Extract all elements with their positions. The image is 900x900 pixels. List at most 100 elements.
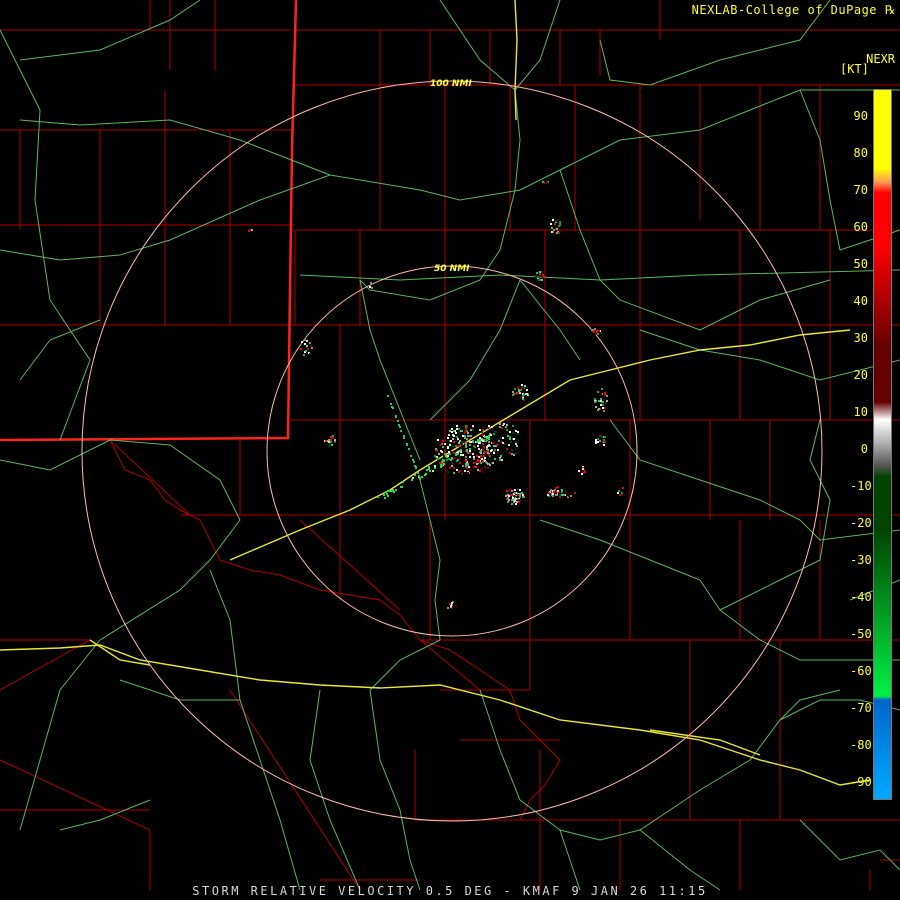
velocity-echo-pixel	[494, 458, 496, 460]
velocity-echo-pixel	[511, 449, 513, 451]
velocity-echo-pixel	[559, 221, 561, 223]
velocity-echo-pixel	[509, 452, 511, 454]
velocity-echo-pixel	[507, 497, 509, 499]
velocity-echo-pixel	[488, 435, 490, 437]
velocity-echo-pixel	[555, 220, 557, 222]
velocity-echo-pixel	[476, 463, 478, 465]
velocity-echo-pixel	[602, 407, 604, 409]
velocity-echo-pixel	[568, 495, 570, 497]
velocity-echo-pixel	[602, 401, 604, 403]
velocity-echo-pixel	[482, 449, 484, 451]
velocity-echo-pixel	[601, 436, 603, 438]
velocity-echo-pixel	[458, 428, 460, 430]
velocity-echo-pixel	[604, 392, 606, 394]
velocity-echo-pixel	[482, 440, 484, 442]
velocity-echo-pixel	[603, 444, 605, 446]
velocity-echo-pixel	[555, 487, 557, 489]
velocity-echo-pixel	[543, 182, 545, 184]
velocity-echo-pixel	[594, 328, 596, 330]
velocity-echo-pixel	[518, 389, 520, 391]
velocity-echo-pixel	[537, 279, 539, 281]
velocity-echo-pixel	[461, 430, 463, 432]
velocity-echo-pixel	[435, 448, 437, 450]
velocity-echo-pixel	[444, 449, 446, 451]
velocity-echo-pixel	[562, 492, 564, 494]
velocity-echo-pixel	[390, 403, 392, 405]
velocity-echo-pixel	[521, 384, 523, 386]
velocity-echo-pixel	[515, 452, 517, 454]
velocity-echo-pixel	[408, 448, 410, 450]
velocity-echo-pixel	[535, 275, 537, 277]
velocity-echo-pixel	[455, 445, 457, 447]
velocity-echo-pixel	[515, 441, 517, 443]
velocity-echo-pixel	[506, 424, 508, 426]
velocity-echo-pixel	[506, 429, 508, 431]
velocity-echo-pixel	[512, 497, 514, 499]
velocity-echo-pixel	[464, 431, 466, 433]
velocity-echo-pixel	[551, 231, 553, 233]
velocity-echo-pixel	[553, 229, 555, 231]
velocity-echo-pixel	[496, 444, 498, 446]
velocity-echo-pixel	[519, 493, 521, 495]
velocity-echo-pixel	[512, 425, 514, 427]
velocity-echo-pixel	[469, 448, 471, 450]
velocity-echo-pixel	[410, 455, 412, 457]
velocity-echo-pixel	[447, 437, 449, 439]
velocity-echo-pixel	[480, 468, 482, 470]
velocity-echo-pixel	[480, 452, 482, 454]
range-ring-50-label: 50 NMI	[434, 264, 470, 274]
legend-tick: 80	[853, 146, 868, 160]
product-title: STORM RELATIVE VELOCITY 0.5 DEG - KMAF 9…	[192, 884, 708, 898]
velocity-echo-pixel	[384, 497, 386, 499]
velocity-echo-pixel	[456, 428, 458, 430]
velocity-echo-pixel	[559, 496, 561, 498]
velocity-echo-pixel	[509, 490, 511, 492]
velocity-echo-pixel	[599, 440, 601, 442]
velocity-echo-pixel	[493, 452, 495, 454]
velocity-echo-pixel	[570, 495, 572, 497]
velocity-echo-pixel	[490, 450, 492, 452]
velocity-echo-pixel	[557, 219, 559, 221]
velocity-echo-pixel	[330, 436, 332, 438]
velocity-echo-pixel	[458, 445, 460, 447]
velocity-echo-pixel	[460, 451, 462, 453]
velocity-echo-pixel	[412, 477, 414, 479]
legend-tick: -70	[850, 701, 872, 715]
velocity-echo-pixel	[440, 444, 442, 446]
velocity-echo-pixel	[486, 437, 488, 439]
velocity-echo-pixel	[469, 456, 471, 458]
velocity-echo-pixel	[411, 479, 413, 481]
velocity-echo-pixel	[464, 470, 466, 472]
velocity-echo-pixel	[598, 330, 600, 332]
velocity-echo-pixel	[462, 454, 464, 456]
velocity-echo-pixel	[581, 473, 583, 475]
velocity-echo-pixel	[565, 491, 567, 493]
velocity-echo-pixel	[556, 232, 558, 234]
velocity-echo-pixel	[395, 489, 397, 491]
velocity-echo-pixel	[494, 449, 496, 451]
velocity-echo-pixel	[332, 435, 334, 437]
velocity-echo-pixel	[479, 429, 481, 431]
velocity-echo-pixel	[558, 232, 560, 234]
velocity-echo-pixel	[486, 446, 488, 448]
velocity-echo-pixel	[455, 432, 457, 434]
velocity-echo-pixel	[442, 453, 444, 455]
velocity-echo-pixel	[476, 461, 478, 463]
velocity-echo-pixel	[474, 449, 476, 451]
velocity-echo-pixel	[520, 397, 522, 399]
velocity-echo-pixel	[552, 219, 554, 221]
velocity-echo-pixel	[387, 395, 389, 397]
legend-tick: -50	[850, 627, 872, 641]
legend-tick: -30	[850, 553, 872, 567]
velocity-echo-pixel	[593, 331, 595, 333]
velocity-echo-pixel	[306, 340, 308, 342]
velocity-echo-pixel	[522, 494, 524, 496]
velocity-echo-pixel	[442, 446, 444, 448]
velocity-echo-pixel	[541, 271, 543, 273]
velocity-echo-pixel	[604, 407, 606, 409]
velocity-echo-pixel	[596, 330, 598, 332]
velocity-echo-pixel	[601, 388, 603, 390]
velocity-echo-pixel	[414, 474, 416, 476]
velocity-echo-pixel	[604, 436, 606, 438]
velocity-echo-pixel	[440, 441, 442, 443]
